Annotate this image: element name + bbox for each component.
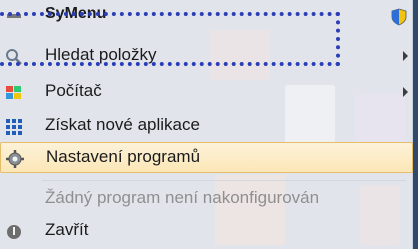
menu-item-no-program: Žádný program není nakonfigurován (0, 184, 413, 215)
menu-item-label: Zavřít (45, 220, 89, 239)
submenu-arrow-icon (403, 87, 408, 97)
menu-item-label: Získat nové aplikace (45, 115, 200, 134)
menu-item-get-apps[interactable]: Získat nové aplikace (0, 111, 413, 142)
gear-icon (5, 149, 25, 169)
submenu-arrow-icon (403, 51, 408, 61)
menu-item-computer[interactable]: Počítač (0, 77, 413, 108)
menu-item-label: Počítač (45, 81, 102, 100)
menu-item-label: Žádný program není nakonfigurován (45, 188, 320, 207)
context-menu: SyMenu Hledat položky Počítač Získat nov… (0, 0, 413, 249)
menu-item-program-settings[interactable]: Nastavení programů (0, 142, 413, 173)
highlight-outline (0, 12, 340, 66)
menu-separator (42, 180, 406, 181)
grid-apps-icon (4, 117, 24, 137)
power-icon (4, 222, 24, 242)
menu-item-close[interactable]: Zavřít (0, 216, 413, 247)
windows-logo-icon (4, 83, 24, 103)
menu-item-label: Nastavení programů (46, 147, 201, 166)
shield-icon (391, 8, 407, 31)
